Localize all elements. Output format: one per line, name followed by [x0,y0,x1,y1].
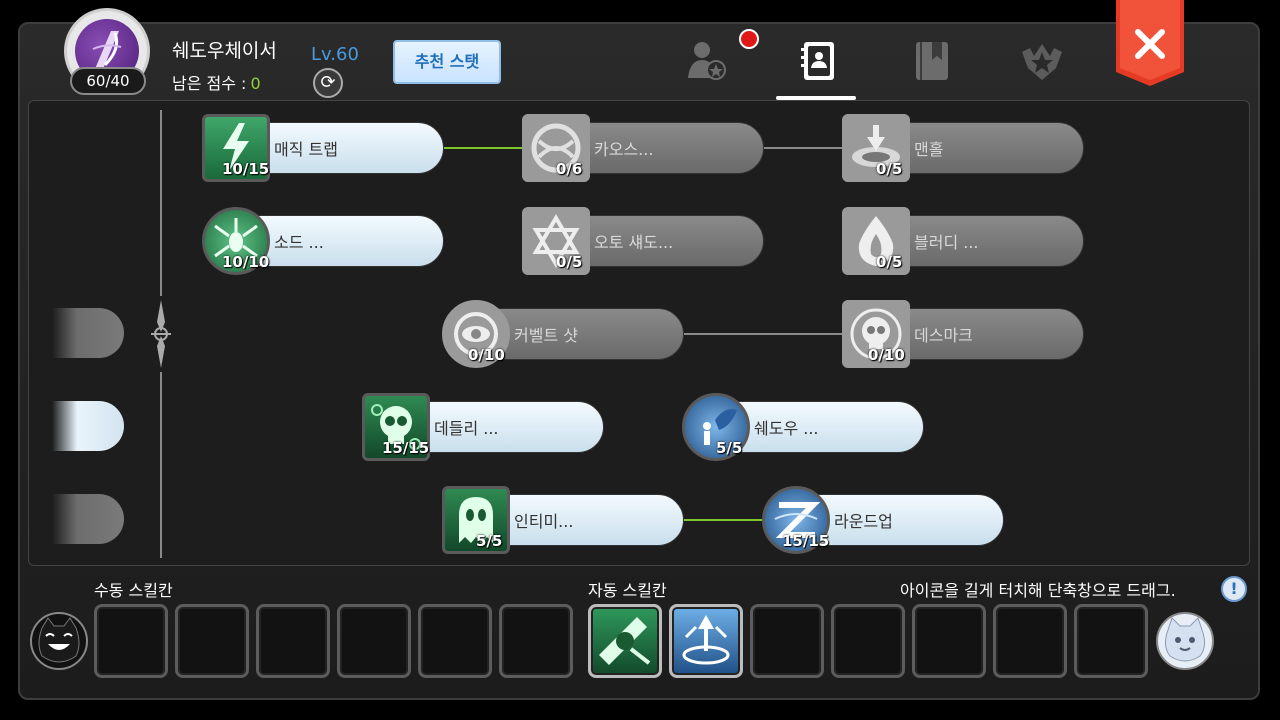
skill-link [680,519,764,521]
skill-level: 10/15 [222,160,270,178]
skill-label: 라운드업 [834,512,893,531]
reset-skills-button[interactable]: ⟳ [313,68,343,98]
tier-marker [52,494,124,544]
skill-label: 인티미... [514,512,574,531]
skill-node[interactable]: 쉐도우 ... 5/5 [682,393,924,461]
contact-book-icon [801,42,834,80]
skill-link [680,333,844,335]
auto-slot[interactable] [993,604,1067,678]
skill-level: 0/10 [468,346,505,364]
shadow-step-icon [682,615,730,665]
skill-label: 매직 트랩 [274,140,338,159]
tab-skill-tree[interactable] [786,34,846,94]
auto-slot[interactable] [1074,604,1148,678]
tier-marker [52,401,124,451]
skill-level: 0/5 [556,253,583,271]
skill-node[interactable]: 소드 ... 10/10 [202,207,444,275]
skill-label: 블러디 ... [914,233,979,252]
tab-book[interactable] [900,34,960,94]
skill-link [440,147,524,149]
skill-level: 5/5 [716,439,743,457]
skill-node[interactable]: 매직 트랩 10/15 [202,114,444,182]
skill-label: 맨홀 [914,140,944,159]
bookmark-book-icon [916,42,948,80]
auto-slot[interactable] [912,604,986,678]
skill-node[interactable]: 인티미... 5/5 [442,486,684,554]
person-star-icon [688,42,726,80]
skill-node[interactable]: 커벨트 샷 0/10 [442,300,684,368]
tab-character[interactable] [674,34,734,94]
cat-face-icon[interactable] [1156,612,1214,670]
auto-slot[interactable] [669,604,743,678]
auto-slot[interactable] [750,604,824,678]
skill-node[interactable]: 오토 섀도... 0/5 [522,207,764,275]
class-name: 쉐도우체이서 [172,40,277,62]
skill-level: 0/5 [876,160,903,178]
manual-slot[interactable] [256,604,330,678]
tab-rank[interactable] [1010,34,1070,94]
skill-node[interactable]: 카오스... 0/6 [522,114,764,182]
skill-label: 쉐도우 ... [754,419,819,438]
auto-slot[interactable] [831,604,905,678]
skill-points-badge: 60/40 [70,67,146,95]
info-icon[interactable]: ! [1221,576,1247,602]
skill-node[interactable]: 데스마크 0/10 [842,300,1084,368]
skill-label: 오토 섀도... [594,233,674,252]
skill-level: 10/10 [222,253,270,271]
skill-link [760,147,844,149]
manual-slots-title: 수동 스킬칸 [94,581,173,600]
refresh-icon: ⟳ [320,72,336,93]
manual-slot[interactable] [418,604,492,678]
tier-marker [52,308,124,358]
points-label: 남은 점수 : [172,74,247,93]
skill-level: 5/5 [476,532,503,550]
recommend-stat-button[interactable]: 추천 스탯 [393,40,501,84]
points-value: 0 [250,74,261,93]
skill-node[interactable]: 데들리 ... 15/15 [362,393,604,461]
skill-level: 15/15 [782,532,830,550]
auto-slots-title: 자동 스킬칸 [588,581,667,600]
skill-node[interactable]: 맨홀 0/5 [842,114,1084,182]
remaining-points: 남은 점수 :0 [172,70,261,94]
wind-slash-icon [599,617,651,665]
manual-slot[interactable] [337,604,411,678]
notification-dot [739,29,759,49]
skill-label: 데들리 ... [434,419,499,438]
tier-axis [151,110,171,558]
skill-label: 커벨트 샷 [514,326,578,345]
shield-star-icon [1022,44,1062,80]
skill-level: 0/6 [556,160,583,178]
smiling-face-icon[interactable] [30,612,88,670]
close-button[interactable] [1116,0,1184,86]
skill-level: 0/5 [876,253,903,271]
skill-level: 15/15 [382,439,430,457]
character-level: Lv.60 [311,44,359,65]
skill-label: 소드 ... [274,233,324,252]
manual-slot[interactable] [175,604,249,678]
drag-hint: 아이콘을 길게 터치해 단축창으로 드래그. [900,581,1176,600]
skill-level: 0/10 [868,346,905,364]
skill-node[interactable]: 라운드업 15/15 [762,486,1004,554]
skill-node[interactable]: 블러디 ... 0/5 [842,207,1084,275]
manual-slot[interactable] [499,604,573,678]
auto-slot[interactable] [588,604,662,678]
manual-slot[interactable] [94,604,168,678]
skill-label: 카오스... [594,140,654,159]
skill-label: 데스마크 [914,326,973,345]
